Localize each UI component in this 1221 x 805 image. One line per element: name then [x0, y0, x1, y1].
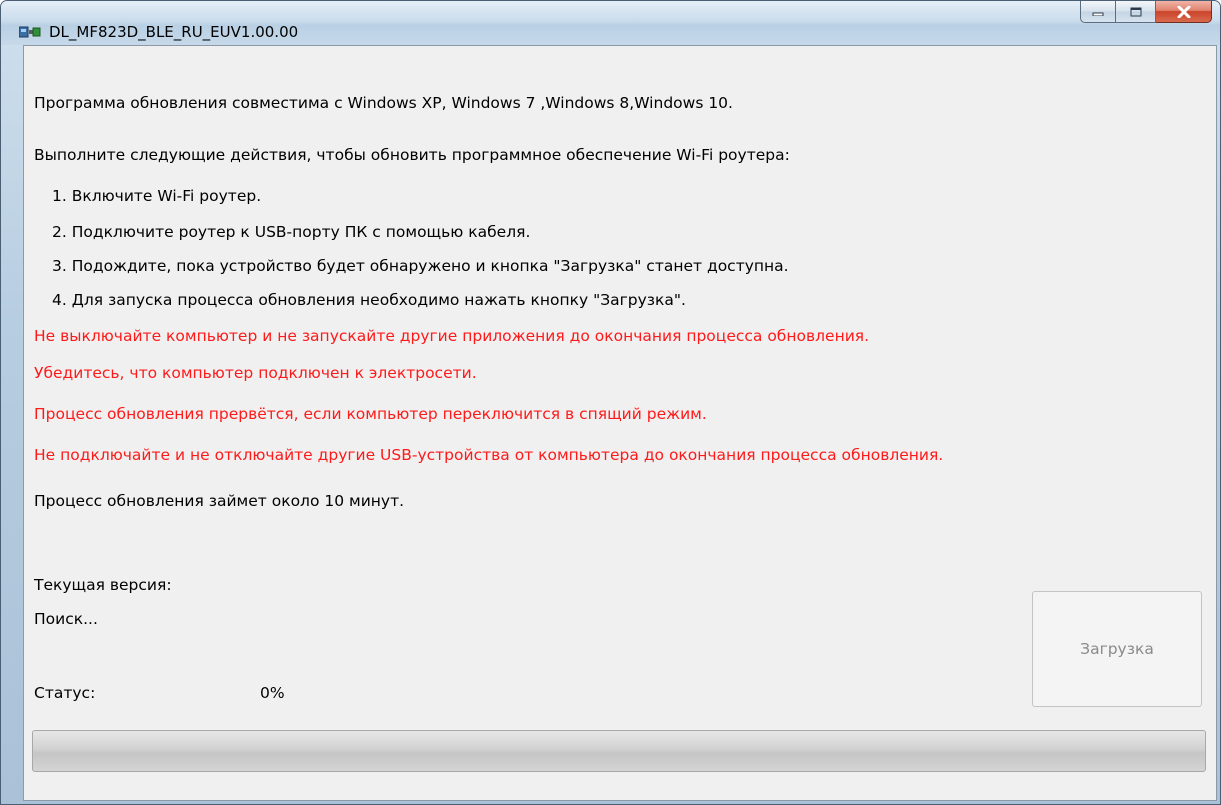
instructions-header: Выполните следующие действия, чтобы обно…: [34, 146, 790, 164]
version-label: Текущая версия:: [34, 576, 172, 594]
main-panel: Программа обновления совместима с Window…: [23, 45, 1217, 801]
window-title: DL_MF823D_BLE_RU_EUV1.00.00: [49, 23, 299, 41]
progress-bar: [32, 730, 1206, 772]
version-value: Поиск...: [34, 610, 98, 628]
status-label: Статус:: [34, 684, 96, 702]
updater-window: DL_MF823D_BLE_RU_EUV1.00.00 Программа об…: [0, 0, 1221, 805]
maximize-button[interactable]: [1116, 1, 1156, 23]
device-usb-icon: [19, 26, 41, 38]
minimize-icon: [1092, 12, 1104, 16]
warning-text: Не выключайте компьютер и не запускайте …: [34, 327, 870, 345]
step-item: 4. Для запуска процесса обновления необх…: [52, 291, 686, 309]
duration-note: Процесс обновления займет около 10 минут…: [34, 492, 405, 510]
warning-text: Процесс обновления прервётся, если компь…: [34, 405, 707, 423]
title-bar[interactable]: DL_MF823D_BLE_RU_EUV1.00.00: [1, 1, 1220, 45]
download-button[interactable]: Загрузка: [1032, 591, 1202, 707]
window-controls: [1080, 1, 1212, 23]
maximize-icon: [1130, 7, 1141, 16]
step-item: 2. Подключите роутер к USB-порту ПК с по…: [52, 223, 531, 241]
step-item: 1. Включите Wi-Fi роутер.: [52, 187, 262, 205]
compatibility-text: Программа обновления совместима с Window…: [34, 94, 733, 112]
close-button[interactable]: [1156, 1, 1212, 23]
minimize-button[interactable]: [1080, 1, 1116, 23]
step-item: 3. Подождите, пока устройство будет обна…: [52, 257, 789, 275]
warning-text: Не подключайте и не отключайте другие US…: [34, 446, 944, 464]
close-icon: [1177, 5, 1190, 18]
status-percent: 0%: [260, 684, 285, 702]
warning-text: Убедитесь, что компьютер подключен к эле…: [34, 364, 477, 382]
